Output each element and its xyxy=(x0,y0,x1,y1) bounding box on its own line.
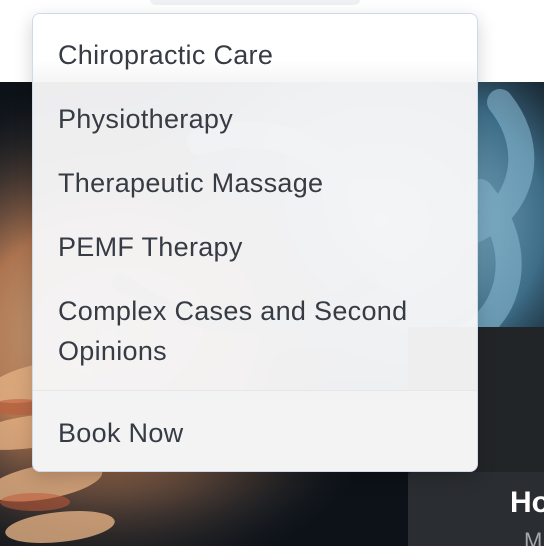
hero-card-title: Ho xyxy=(510,486,544,519)
hero-card[interactable]: Ho M xyxy=(408,472,544,546)
hero-card-subtitle: M xyxy=(524,528,543,546)
menu-item-therapeutic-massage[interactable]: Therapeutic Massage xyxy=(58,163,323,203)
services-dropdown-menu: Chiropractic Care Physiotherapy Therapeu… xyxy=(32,13,478,472)
page: Ho M Chiropractic Care Physiotherapy The… xyxy=(0,0,544,546)
menu-footer: Book Now xyxy=(33,391,477,471)
menu-item-pemf-therapy[interactable]: PEMF Therapy xyxy=(58,227,243,267)
menu-item-chiropractic-care[interactable]: Chiropractic Care xyxy=(58,35,273,75)
menu-item-physiotherapy[interactable]: Physiotherapy xyxy=(58,99,233,139)
menu-item-complex-cases[interactable]: Complex Cases and Second Opinions xyxy=(58,291,458,371)
book-now-button[interactable]: Book Now xyxy=(58,413,183,453)
header-nav-pill[interactable] xyxy=(150,0,360,5)
